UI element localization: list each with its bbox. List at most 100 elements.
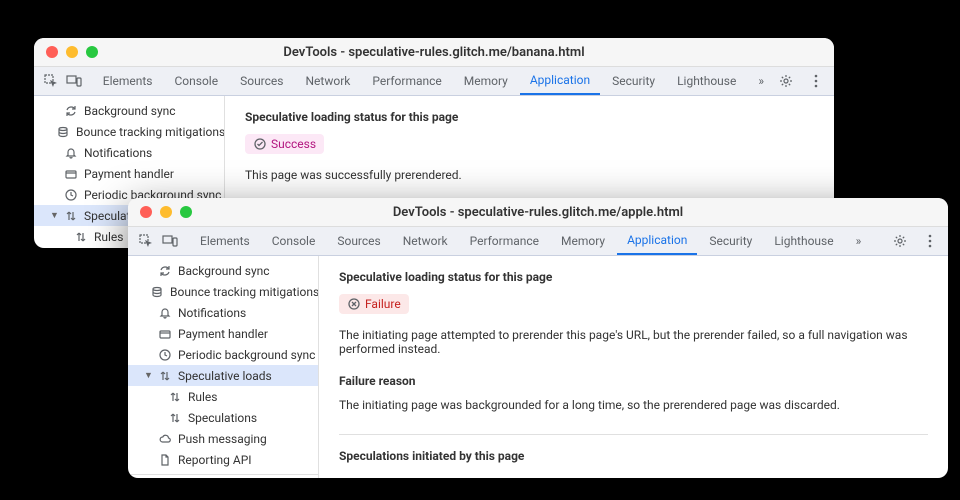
tab-performance[interactable]: Performance <box>362 67 451 95</box>
sync-icon <box>64 104 78 118</box>
sidebar-item-rules[interactable]: Rules <box>128 386 318 407</box>
tab-memory[interactable]: Memory <box>551 227 615 255</box>
sync-icon <box>158 264 172 278</box>
database-icon <box>56 125 70 139</box>
arrows-updown-icon <box>74 230 88 244</box>
clock-icon <box>64 188 78 202</box>
tab-elements[interactable]: Elements <box>93 67 163 95</box>
caret-down-icon: ▼ <box>50 210 58 221</box>
document-icon <box>158 453 172 467</box>
window-controls <box>140 206 192 218</box>
failure-reason-text: The initiating page was backgrounded for… <box>339 398 928 412</box>
tab-security[interactable]: Security <box>699 227 762 255</box>
close-icon[interactable] <box>140 206 152 218</box>
main-panel: Speculative loading status for this page… <box>319 256 948 478</box>
card-icon <box>64 167 78 181</box>
sidebar-label: Bounce tracking mitigations <box>170 285 319 299</box>
sidebar-label: Rules <box>94 230 123 244</box>
sidebar-item-notifications[interactable]: Notifications <box>128 302 318 323</box>
bell-icon <box>64 146 78 160</box>
tabs: Elements Console Sources Network Perform… <box>93 67 774 95</box>
sidebar-item-speculative-loads[interactable]: ▼Speculative loads <box>128 365 318 386</box>
devtools-window-apple: DevTools - speculative-rules.glitch.me/a… <box>128 198 948 478</box>
sidebar-item-speculations[interactable]: Speculations <box>128 407 318 428</box>
window-title: DevTools - speculative-rules.glitch.me/b… <box>34 45 834 60</box>
tab-application[interactable]: Application <box>520 67 600 95</box>
tab-application[interactable]: Application <box>617 227 697 255</box>
window-title: DevTools - speculative-rules.glitch.me/a… <box>128 205 948 220</box>
tab-security[interactable]: Security <box>602 67 665 95</box>
sidebar-label: Bounce tracking mitigations <box>76 125 225 139</box>
device-icon[interactable] <box>161 232 179 250</box>
sidebar-label: Push messaging <box>178 432 267 446</box>
panel-body: Background sync Bounce tracking mitigati… <box>128 256 948 478</box>
bell-icon <box>158 306 172 320</box>
kebab-icon[interactable] <box>807 72 825 90</box>
tab-lighthouse[interactable]: Lighthouse <box>764 227 843 255</box>
arrows-updown-icon <box>64 209 78 223</box>
device-icon[interactable] <box>65 72 81 90</box>
toolbar: Elements Console Sources Network Perform… <box>34 67 834 96</box>
arrows-updown-icon <box>158 369 172 383</box>
failure-reason-heading: Failure reason <box>339 374 928 388</box>
check-circle-icon <box>253 137 267 151</box>
sidebar-label: Payment handler <box>84 167 174 181</box>
sidebar-item-bounce-tracking[interactable]: Bounce tracking mitigations <box>34 121 224 142</box>
tab-sources[interactable]: Sources <box>230 67 293 95</box>
maximize-icon[interactable] <box>86 46 98 58</box>
tab-console[interactable]: Console <box>164 67 228 95</box>
minimize-icon[interactable] <box>66 46 78 58</box>
tab-network[interactable]: Network <box>295 67 360 95</box>
gear-icon[interactable] <box>777 72 795 90</box>
status-badge-text: Failure <box>365 297 401 311</box>
sidebar-item-background-sync[interactable]: Background sync <box>128 260 318 281</box>
sidebar-label: Periodic background sync <box>178 348 315 362</box>
sidebar-item-notifications[interactable]: Notifications <box>34 142 224 163</box>
sidebar-label: Payment handler <box>178 327 268 341</box>
sidebar-label: Speculations <box>188 411 257 425</box>
sidebar-item-push-messaging[interactable]: Push messaging <box>128 428 318 449</box>
tabs: Elements Console Sources Network Perform… <box>190 227 888 255</box>
status-heading: Speculative loading status for this page <box>245 110 814 124</box>
tabs-overflow[interactable]: » <box>846 227 872 255</box>
clock-icon <box>158 348 172 362</box>
tab-performance[interactable]: Performance <box>460 227 549 255</box>
sidebar-label: Reporting API <box>178 453 252 467</box>
sidebar-label: Speculative loads <box>178 369 272 383</box>
sidebar-item-background-sync[interactable]: Background sync <box>34 100 224 121</box>
titlebar: DevTools - speculative-rules.glitch.me/a… <box>128 198 948 227</box>
sidebar-item-bounce-tracking[interactable]: Bounce tracking mitigations <box>128 281 318 302</box>
sidebar-item-payment-handler[interactable]: Payment handler <box>34 163 224 184</box>
tab-lighthouse[interactable]: Lighthouse <box>667 67 746 95</box>
sidebar: Background sync Bounce tracking mitigati… <box>128 256 319 478</box>
sidebar-item-reporting-api[interactable]: Reporting API <box>128 449 318 470</box>
sidebar-section-frames[interactable]: Frames <box>128 475 318 478</box>
arrows-updown-icon <box>168 411 182 425</box>
arrows-updown-icon <box>168 390 182 404</box>
inspect-icon[interactable] <box>43 72 59 90</box>
tab-sources[interactable]: Sources <box>327 227 390 255</box>
tab-memory[interactable]: Memory <box>454 67 518 95</box>
tabs-overflow[interactable]: » <box>748 67 774 95</box>
sidebar-label: Rules <box>188 390 217 404</box>
tab-network[interactable]: Network <box>393 227 458 255</box>
card-icon <box>158 327 172 341</box>
maximize-icon[interactable] <box>180 206 192 218</box>
status-description: The initiating page attempted to prerend… <box>339 328 928 356</box>
inspect-icon[interactable] <box>137 232 155 250</box>
tab-elements[interactable]: Elements <box>190 227 260 255</box>
sidebar-item-payment-handler[interactable]: Payment handler <box>128 323 318 344</box>
sidebar-label: Background sync <box>84 104 176 118</box>
speculations-heading: Speculations initiated by this page <box>339 449 928 463</box>
minimize-icon[interactable] <box>160 206 172 218</box>
kebab-icon[interactable] <box>921 232 939 250</box>
status-badge-failure: Failure <box>339 294 409 314</box>
toolbar: Elements Console Sources Network Perform… <box>128 227 948 256</box>
gear-icon[interactable] <box>891 232 909 250</box>
status-badge-text: Success <box>271 137 316 151</box>
sidebar-item-periodic-sync[interactable]: Periodic background sync <box>128 344 318 365</box>
close-icon[interactable] <box>46 46 58 58</box>
sidebar-label: Notifications <box>178 306 246 320</box>
status-badge-success: Success <box>245 134 324 154</box>
tab-console[interactable]: Console <box>262 227 326 255</box>
